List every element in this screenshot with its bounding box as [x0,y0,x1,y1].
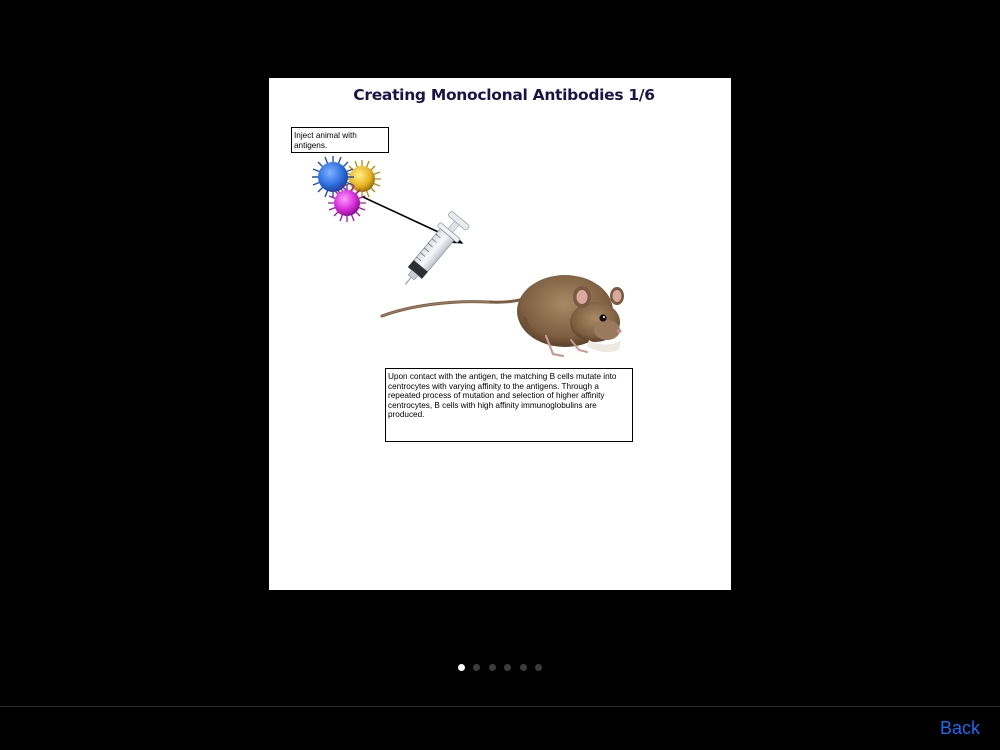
syringe-icon [404,211,470,285]
page-dot-2[interactable] [473,664,481,671]
page-dot-6[interactable] [535,664,543,671]
slideshow-screen: Creating Monoclonal Antibodies 1/6 Injec… [0,0,1000,750]
antigen-cluster [312,156,381,222]
slide: Creating Monoclonal Antibodies 1/6 Injec… [269,78,731,590]
caption-contact: Upon contact with the antigen, the match… [385,368,633,442]
page-dot-3[interactable] [488,664,496,671]
page-indicator[interactable] [0,664,1000,674]
page-dot-1[interactable] [457,664,465,671]
back-button[interactable]: Back [940,718,980,739]
page-dot-5[interactable] [519,664,527,671]
page-dot-4[interactable] [504,664,512,671]
mouse-illustration [380,275,624,358]
slide-illustration [312,156,624,358]
bottom-toolbar: Back [0,706,1000,750]
